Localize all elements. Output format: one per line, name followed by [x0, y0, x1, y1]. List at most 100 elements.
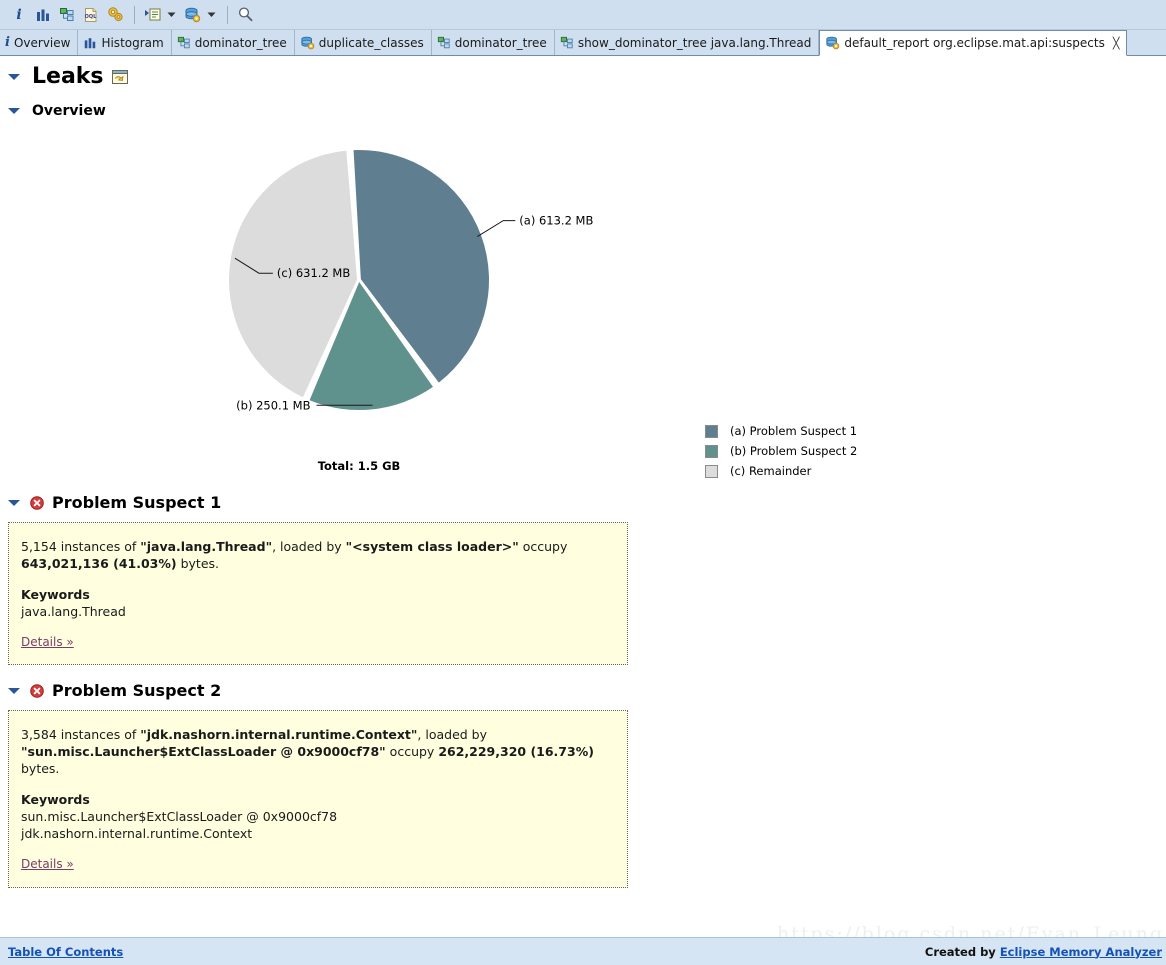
pie-callout-label-b: (b) 250.1 MB	[236, 398, 310, 412]
keywords-title: Keywords	[21, 792, 90, 807]
search-icon[interactable]	[234, 4, 256, 26]
desc-part-bold: 643,021,136 (41.03%)	[21, 555, 177, 571]
legend-swatch-c	[705, 464, 718, 478]
desc-part: occupy	[385, 744, 439, 760]
error-icon	[30, 495, 44, 510]
tab-histogram[interactable]: Histogram	[78, 30, 172, 55]
dominator-tree-icon[interactable]	[56, 4, 78, 26]
query-dropdown-arrow[interactable]	[165, 4, 178, 26]
suspect-description: 5,154 instances of "java.lang.Thread", l…	[21, 539, 613, 573]
tab-bar-empty-area	[1127, 30, 1166, 55]
problem-suspect-1-header: Problem Suspect 1	[0, 493, 1166, 512]
svg-text:OQL: OQL	[85, 14, 98, 20]
pie-callout-label-c: (c) 631.2 MB	[277, 266, 350, 280]
tree-icon	[177, 36, 191, 50]
pie-total-label: Total: 1.5 GB	[318, 459, 401, 473]
main-toolbar: i OQL	[0, 0, 1166, 30]
details-row: Details »	[21, 634, 613, 651]
tree-icon	[437, 36, 451, 50]
toolbar-separator-1	[134, 5, 135, 24]
tree-icon	[560, 36, 574, 50]
legend-item: (b) Problem Suspect 2	[705, 441, 857, 461]
error-icon	[30, 684, 44, 698]
tab-label: Overview	[13, 35, 71, 50]
desc-part: , loaded by	[417, 727, 488, 743]
histogram-icon	[83, 36, 97, 50]
report-dropdown-arrow[interactable]	[205, 4, 218, 26]
tab-overview[interactable]: i Overview	[0, 30, 79, 55]
suspect-title: Problem Suspect 2	[52, 681, 222, 701]
desc-part: 5,154 instances of	[21, 539, 141, 554]
keyword-item: java.lang.Thread	[21, 603, 126, 619]
gears-icon[interactable]	[104, 4, 126, 26]
desc-part: occupy	[518, 539, 568, 554]
legend-item: (c) Remainder	[705, 461, 857, 481]
leak-suspects-pie-chart: (a) 613.2 MB (b) 250.1 MB (c) 631.2 MB T…	[0, 125, 1166, 485]
keyword-item: sun.misc.Launcher$ExtClassLoader @ 0x900…	[21, 808, 338, 824]
eclipse-memory-analyzer-link[interactable]: Eclipse Memory Analyzer	[1000, 945, 1162, 959]
legend-label-c: (c) Remainder	[730, 464, 812, 478]
open-query-browser-icon[interactable]	[141, 4, 163, 26]
tab-label: show_dominator_tree java.lang.Thread	[577, 35, 812, 50]
collapse-twisty-leaks[interactable]	[8, 73, 20, 80]
editor-tab-bar: i Overview Histogram dominator_tree dupl…	[0, 30, 1166, 56]
legend-item: (a) Problem Suspect 1	[705, 421, 857, 441]
overview-header: Overview	[0, 89, 1166, 119]
pie-chart-svg: (a) 613.2 MB (b) 250.1 MB (c) 631.2 MB Tota…	[0, 125, 720, 485]
tab-dominator-tree-1[interactable]: dominator_tree	[172, 30, 295, 55]
collapse-twisty-suspect-1[interactable]	[8, 499, 20, 506]
section-title-overview: Overview	[32, 103, 106, 119]
pie-callout-label-a: (a) 613.2 MB	[519, 214, 593, 228]
close-icon[interactable]: ╳	[1113, 37, 1120, 50]
leaks-header: Leaks	[0, 56, 1166, 89]
report-content: Leaks Overview (a) 613.2 MB (b) 250.1 MB…	[0, 56, 1166, 937]
table-of-contents-link[interactable]: Table Of Contents	[8, 945, 123, 959]
toolbar-separator-2	[227, 5, 228, 24]
tab-label: dominator_tree	[194, 35, 287, 50]
problem-suspect-2-header: Problem Suspect 2	[0, 681, 1166, 700]
info-icon: i	[5, 35, 10, 50]
problem-suspect-2-box: 3,584 instances of "jdk.nashorn.internal…	[8, 710, 628, 888]
created-by: Created by Eclipse Memory Analyzer	[925, 945, 1162, 959]
report-footer: Table Of Contents Created by Eclipse Mem…	[0, 937, 1166, 965]
details-link[interactable]: Details »	[21, 635, 74, 649]
desc-part-bold: "sun.misc.Launcher$ExtClassLoader @ 0x90…	[21, 744, 386, 760]
legend-label-b: (b) Problem Suspect 2	[730, 444, 858, 458]
collapse-twisty-overview[interactable]	[8, 108, 20, 114]
tab-dominator-tree-2[interactable]: dominator_tree	[432, 30, 555, 55]
desc-part-bold: "jdk.nashorn.internal.runtime.Context"	[140, 727, 418, 743]
histogram-icon[interactable]	[32, 4, 54, 26]
desc-part: , loaded by	[272, 539, 346, 554]
keywords-title: Keywords	[21, 586, 90, 602]
tab-label: dominator_tree	[454, 35, 547, 50]
legend-swatch-b	[705, 444, 718, 458]
tab-duplicate-classes[interactable]: duplicate_classes	[295, 30, 432, 55]
problem-suspect-1-box: 5,154 instances of "java.lang.Thread", l…	[8, 522, 628, 666]
desc-part-bold: "java.lang.Thread"	[140, 539, 273, 554]
tab-label: Histogram	[101, 35, 164, 50]
suspect-description: 3,584 instances of "jdk.nashorn.internal…	[21, 727, 613, 778]
page-title: Leaks	[32, 64, 104, 89]
details-row: Details »	[21, 856, 613, 873]
details-link[interactable]: Details »	[21, 857, 74, 871]
desc-part: bytes.	[21, 761, 60, 777]
tab-label: duplicate_classes	[318, 35, 424, 50]
suspect-title: Problem Suspect 1	[52, 493, 222, 512]
created-by-prefix: Created by	[924, 944, 1000, 959]
desc-part: 3,584 instances of	[21, 727, 141, 743]
legend-swatch-a	[705, 424, 718, 438]
overview-info-icon[interactable]: i	[8, 4, 30, 26]
pie-legend: (a) Problem Suspect 1 (b) Problem Suspec…	[705, 421, 857, 481]
tab-show-dominator-tree-thread[interactable]: show_dominator_tree java.lang.Thread	[555, 30, 820, 55]
open-report-icon[interactable]	[181, 4, 203, 26]
keyword-item: jdk.nashorn.internal.runtime.Context	[21, 825, 253, 841]
oql-icon[interactable]: OQL	[80, 4, 102, 26]
report-window-icon	[111, 69, 128, 84]
desc-part-bold: 262,229,320 (16.73%)	[438, 744, 594, 760]
collapse-twisty-suspect-2[interactable]	[8, 687, 20, 694]
tab-default-report-suspects[interactable]: default_report org.eclipse.mat.api:suspe…	[819, 30, 1128, 56]
legend-label-a: (a) Problem Suspect 1	[730, 424, 858, 438]
tab-label: default_report org.eclipse.mat.api:suspe…	[844, 36, 1105, 50]
desc-part-bold: "<system class loader>"	[345, 539, 519, 554]
report-icon	[300, 36, 315, 50]
